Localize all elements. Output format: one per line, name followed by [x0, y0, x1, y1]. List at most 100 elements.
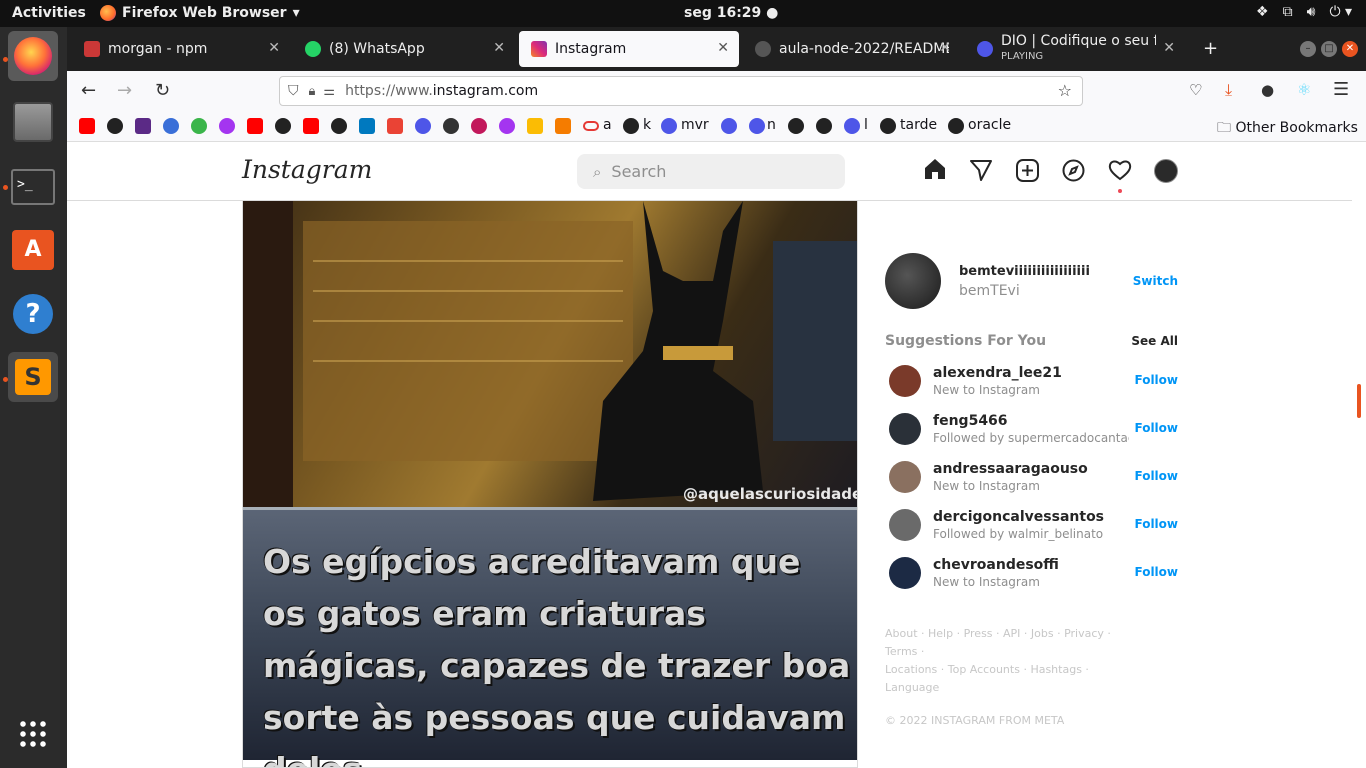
new-post-icon[interactable] — [1016, 159, 1039, 186]
codepen-bookmark-icon[interactable] — [443, 118, 459, 134]
dock-firefox[interactable] — [8, 31, 58, 81]
suggestion-username[interactable]: andressaaragaouso — [933, 461, 1088, 477]
power-icon[interactable]: ⏻ ▾ — [1329, 4, 1352, 20]
tab-dio[interactable]: DIO | Codifique o seu futu PLAYING ✕ — [965, 31, 1185, 67]
direct-messages-icon[interactable] — [970, 159, 992, 185]
bookmark-k[interactable]: k — [643, 117, 651, 133]
suggestion-avatar[interactable] — [889, 365, 921, 397]
extension-icon[interactable]: ● — [1261, 81, 1274, 99]
bookmark-l[interactable]: l — [864, 117, 868, 133]
search-input[interactable]: ⌕ Search — [577, 154, 845, 189]
other-bookmarks[interactable]: 🗀 Other Bookmarks — [1217, 117, 1358, 141]
activity-heart-icon[interactable] — [1108, 159, 1132, 185]
suggestion-avatar[interactable] — [889, 413, 921, 445]
github-bookmark-icon[interactable] — [948, 118, 964, 134]
react-devtools-icon[interactable]: ⚛ — [1297, 80, 1311, 99]
reload-button[interactable]: ↻ — [155, 80, 170, 101]
suggestion-avatar[interactable] — [889, 509, 921, 541]
instagram-logo[interactable]: Instagram — [242, 155, 372, 184]
udemy-bookmark-icon[interactable] — [499, 118, 515, 134]
follow-button[interactable]: Follow — [1134, 565, 1178, 579]
oracle-bookmark-icon[interactable] — [583, 121, 599, 131]
see-all-link[interactable]: See All — [1131, 334, 1178, 348]
dock-terminal[interactable]: >_ — [8, 162, 58, 212]
close-icon[interactable]: ✕ — [493, 40, 505, 56]
dock-software[interactable]: A — [8, 225, 58, 275]
maximize-icon[interactable]: □ — [1321, 41, 1337, 57]
menu-icon[interactable]: ☰ — [1333, 79, 1349, 100]
dio-bookmark-icon[interactable] — [415, 118, 431, 134]
star-icon[interactable]: ☆ — [1058, 81, 1072, 100]
profile-username[interactable]: bemteviiiiiiiiiiiiiiiii — [959, 264, 1090, 279]
suggestion-username[interactable]: feng5466 — [933, 413, 1008, 429]
youtube-bookmark-icon[interactable] — [247, 118, 263, 134]
page-scrollbar[interactable] — [1357, 384, 1361, 418]
close-icon[interactable]: ✕ — [717, 40, 729, 56]
tab-instagram[interactable]: Instagram ✕ — [519, 31, 739, 67]
github-bookmark-icon[interactable] — [816, 118, 832, 134]
bookmark-mvr[interactable]: mvr — [681, 117, 709, 133]
suggestion-username[interactable]: dercigoncalvessantos — [933, 509, 1104, 525]
suggestion-avatar[interactable] — [889, 557, 921, 589]
github-bookmark-icon[interactable] — [331, 118, 347, 134]
system-tray[interactable]: ❖ ⧉ 🔊︎ ⏻ ▾ — [1256, 4, 1352, 20]
dock-sublime[interactable]: S — [8, 352, 58, 402]
gmail-bookmark-icon[interactable] — [387, 118, 403, 134]
github-bookmark-icon[interactable] — [880, 118, 896, 134]
dio-bookmark-icon[interactable] — [721, 118, 737, 134]
forward-button[interactable]: → — [117, 80, 132, 101]
box-bookmark-icon[interactable] — [555, 118, 571, 134]
shield-icon[interactable]: ⛉ — [288, 83, 299, 99]
follow-button[interactable]: Follow — [1134, 421, 1178, 435]
new-tab-button[interactable]: + — [1203, 38, 1218, 59]
swirl-bookmark-icon[interactable] — [471, 118, 487, 134]
home-icon[interactable] — [923, 158, 947, 180]
leaf-bookmark-icon[interactable] — [191, 118, 207, 134]
dio-bookmark-icon[interactable] — [749, 118, 765, 134]
follow-button[interactable]: Follow — [1134, 469, 1178, 483]
profile-avatar[interactable] — [1154, 159, 1178, 183]
follow-button[interactable]: Follow — [1134, 517, 1178, 531]
bookmark-a[interactable]: a — [603, 117, 612, 133]
github-bookmark-icon[interactable] — [623, 118, 639, 134]
clock[interactable]: seg 16:29 ● — [684, 5, 778, 21]
tab-github-readme[interactable]: aula-node-2022/README ✕ — [743, 31, 961, 67]
suggestion-avatar[interactable] — [889, 461, 921, 493]
dock-help[interactable]: ? — [8, 289, 58, 339]
switch-account-button[interactable]: Switch — [1133, 274, 1178, 288]
window-close-icon[interactable]: ✕ — [1342, 41, 1358, 57]
youtube-bookmark-icon[interactable] — [303, 118, 319, 134]
footer-links-row-1[interactable]: About · Help · Press · API · Jobs · Priv… — [885, 625, 1145, 661]
pocket-icon[interactable]: ♡ — [1189, 81, 1202, 99]
close-icon[interactable]: ✕ — [1163, 40, 1175, 56]
drive-bookmark-icon[interactable] — [527, 118, 543, 134]
profile-avatar-large[interactable] — [885, 253, 941, 309]
back-button[interactable]: ← — [81, 80, 96, 101]
dropbox-icon[interactable]: ❖ — [1256, 4, 1269, 20]
permissions-icon[interactable]: ⚌ — [323, 84, 335, 99]
volume-icon[interactable]: 🔊︎ — [1307, 4, 1316, 20]
suggestion-username[interactable]: alexendra_lee21 — [933, 365, 1062, 381]
activities-button[interactable]: Activities — [12, 5, 86, 21]
url-bar[interactable]: ⛉ 🔒︎ ⚌ https://www.instagram.com ☆ — [279, 76, 1083, 106]
play-bookmark-icon[interactable] — [163, 118, 179, 134]
download-icon[interactable]: ⤓ — [1225, 80, 1232, 100]
suggestion-username[interactable]: chevroandesoffi — [933, 557, 1059, 573]
minimize-icon[interactable]: – — [1300, 41, 1316, 57]
follow-button[interactable]: Follow — [1134, 373, 1178, 387]
github-bookmark-icon[interactable] — [788, 118, 804, 134]
udemy-bookmark-icon[interactable] — [219, 118, 235, 134]
explore-icon[interactable] — [1062, 159, 1085, 186]
github-bookmark-icon[interactable] — [107, 118, 123, 134]
footer-links-row-2[interactable]: Locations · Top Accounts · Hashtags · La… — [885, 661, 1145, 697]
lock-icon[interactable]: 🔒︎ — [309, 84, 316, 99]
app-menu[interactable]: Firefox Web Browser ▾ — [100, 5, 300, 21]
tab-morgan-npm[interactable]: morgan - npm ✕ — [72, 31, 290, 67]
bookmark-n[interactable]: n — [767, 117, 776, 133]
dio-bookmark-icon[interactable] — [661, 118, 677, 134]
trello-bookmark-icon[interactable] — [359, 118, 375, 134]
dock-files[interactable] — [8, 97, 58, 147]
bookmark-oracle[interactable]: oracle — [968, 117, 1011, 133]
dio-bookmark-icon[interactable] — [844, 118, 860, 134]
show-apps-button[interactable] — [8, 709, 58, 759]
